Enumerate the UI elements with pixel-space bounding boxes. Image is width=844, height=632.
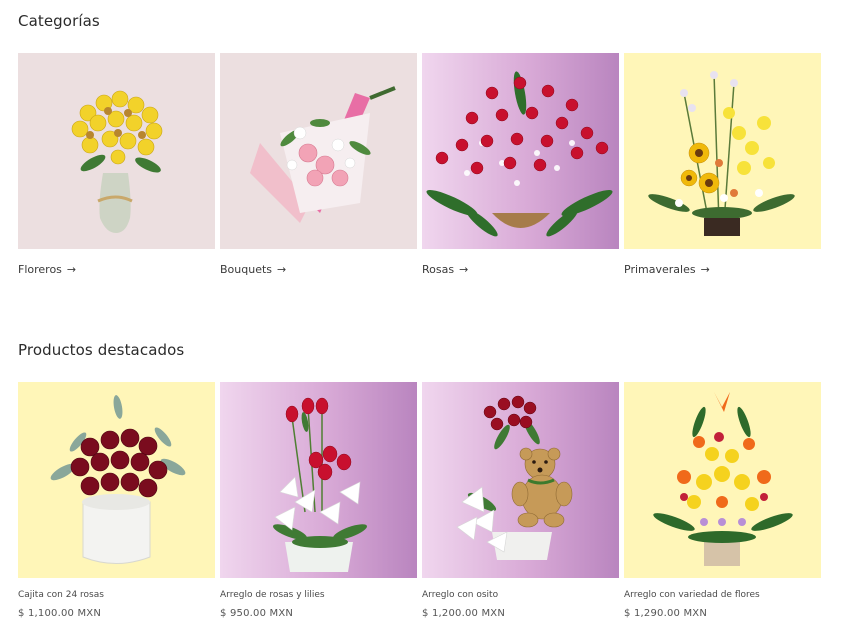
- category-label: Primaverales: [624, 263, 696, 276]
- product-card[interactable]: Arreglo con variedad de flores $ 1,290.0…: [624, 382, 821, 619]
- categories-grid: Floreros → Bouquets → Rosas → Primaveral…: [18, 53, 821, 276]
- category-label: Floreros: [18, 263, 62, 276]
- product-image[interactable]: [220, 382, 417, 578]
- product-name[interactable]: Arreglo con osito: [422, 590, 619, 600]
- category-link-bouquets[interactable]: Bouquets →: [220, 263, 417, 276]
- arrow-right-icon: →: [277, 263, 287, 276]
- categories-title: Categorías: [18, 12, 100, 30]
- product-card[interactable]: Arreglo con osito $ 1,200.00 MXN: [422, 382, 619, 619]
- product-price: $ 1,100.00 MXN: [18, 608, 102, 619]
- category-link-rosas[interactable]: Rosas →: [422, 263, 619, 276]
- vase-yellow-roses-image: [71, 90, 163, 233]
- category-card-primaverales[interactable]: Primaverales →: [624, 53, 821, 276]
- featured-grid: Cajita con 24 rosas $ 1,100.00 MXN Arreg…: [18, 382, 821, 619]
- arrow-right-icon: →: [700, 263, 710, 276]
- product-image[interactable]: [18, 382, 215, 578]
- arrow-right-icon: →: [459, 263, 469, 276]
- teddy-bear-arrangement-image: [456, 395, 573, 560]
- category-card-floreros[interactable]: Floreros →: [18, 53, 215, 276]
- category-image-primaverales[interactable]: [624, 53, 821, 249]
- category-label: Rosas: [422, 263, 455, 276]
- category-label: Bouquets: [220, 263, 273, 276]
- spring-arrangement-image: [648, 71, 795, 236]
- product-price: $ 1,290.00 MXN: [624, 608, 708, 619]
- category-card-bouquets[interactable]: Bouquets →: [220, 53, 417, 276]
- category-link-primaverales[interactable]: Primaverales →: [624, 263, 821, 276]
- product-price: $ 950.00 MXN: [220, 608, 294, 619]
- rose-box-image: [50, 395, 186, 564]
- category-image-rosas[interactable]: [422, 53, 619, 249]
- product-price: $ 1,200.00 MXN: [422, 608, 506, 619]
- arrow-right-icon: →: [66, 263, 77, 276]
- category-image-bouquets[interactable]: [220, 53, 417, 249]
- mixed-flowers-arrangement-image: [653, 392, 793, 566]
- roses-lilies-image: [272, 397, 368, 572]
- product-image[interactable]: [422, 382, 619, 578]
- product-name[interactable]: Arreglo de rosas y lilies: [220, 590, 417, 600]
- red-roses-basket-image: [426, 71, 613, 237]
- product-name[interactable]: Cajita con 24 rosas: [18, 590, 215, 600]
- product-card[interactable]: Arreglo de rosas y lilies $ 950.00 MXN: [220, 382, 417, 619]
- bouquet-image: [250, 86, 396, 223]
- category-link-floreros[interactable]: Floreros →: [18, 263, 215, 276]
- featured-title: Productos destacados: [18, 341, 185, 359]
- product-card[interactable]: Cajita con 24 rosas $ 1,100.00 MXN: [18, 382, 215, 619]
- product-image[interactable]: [624, 382, 821, 578]
- category-card-rosas[interactable]: Rosas →: [422, 53, 619, 276]
- product-name[interactable]: Arreglo con variedad de flores: [624, 590, 821, 600]
- category-image-floreros[interactable]: [18, 53, 215, 249]
